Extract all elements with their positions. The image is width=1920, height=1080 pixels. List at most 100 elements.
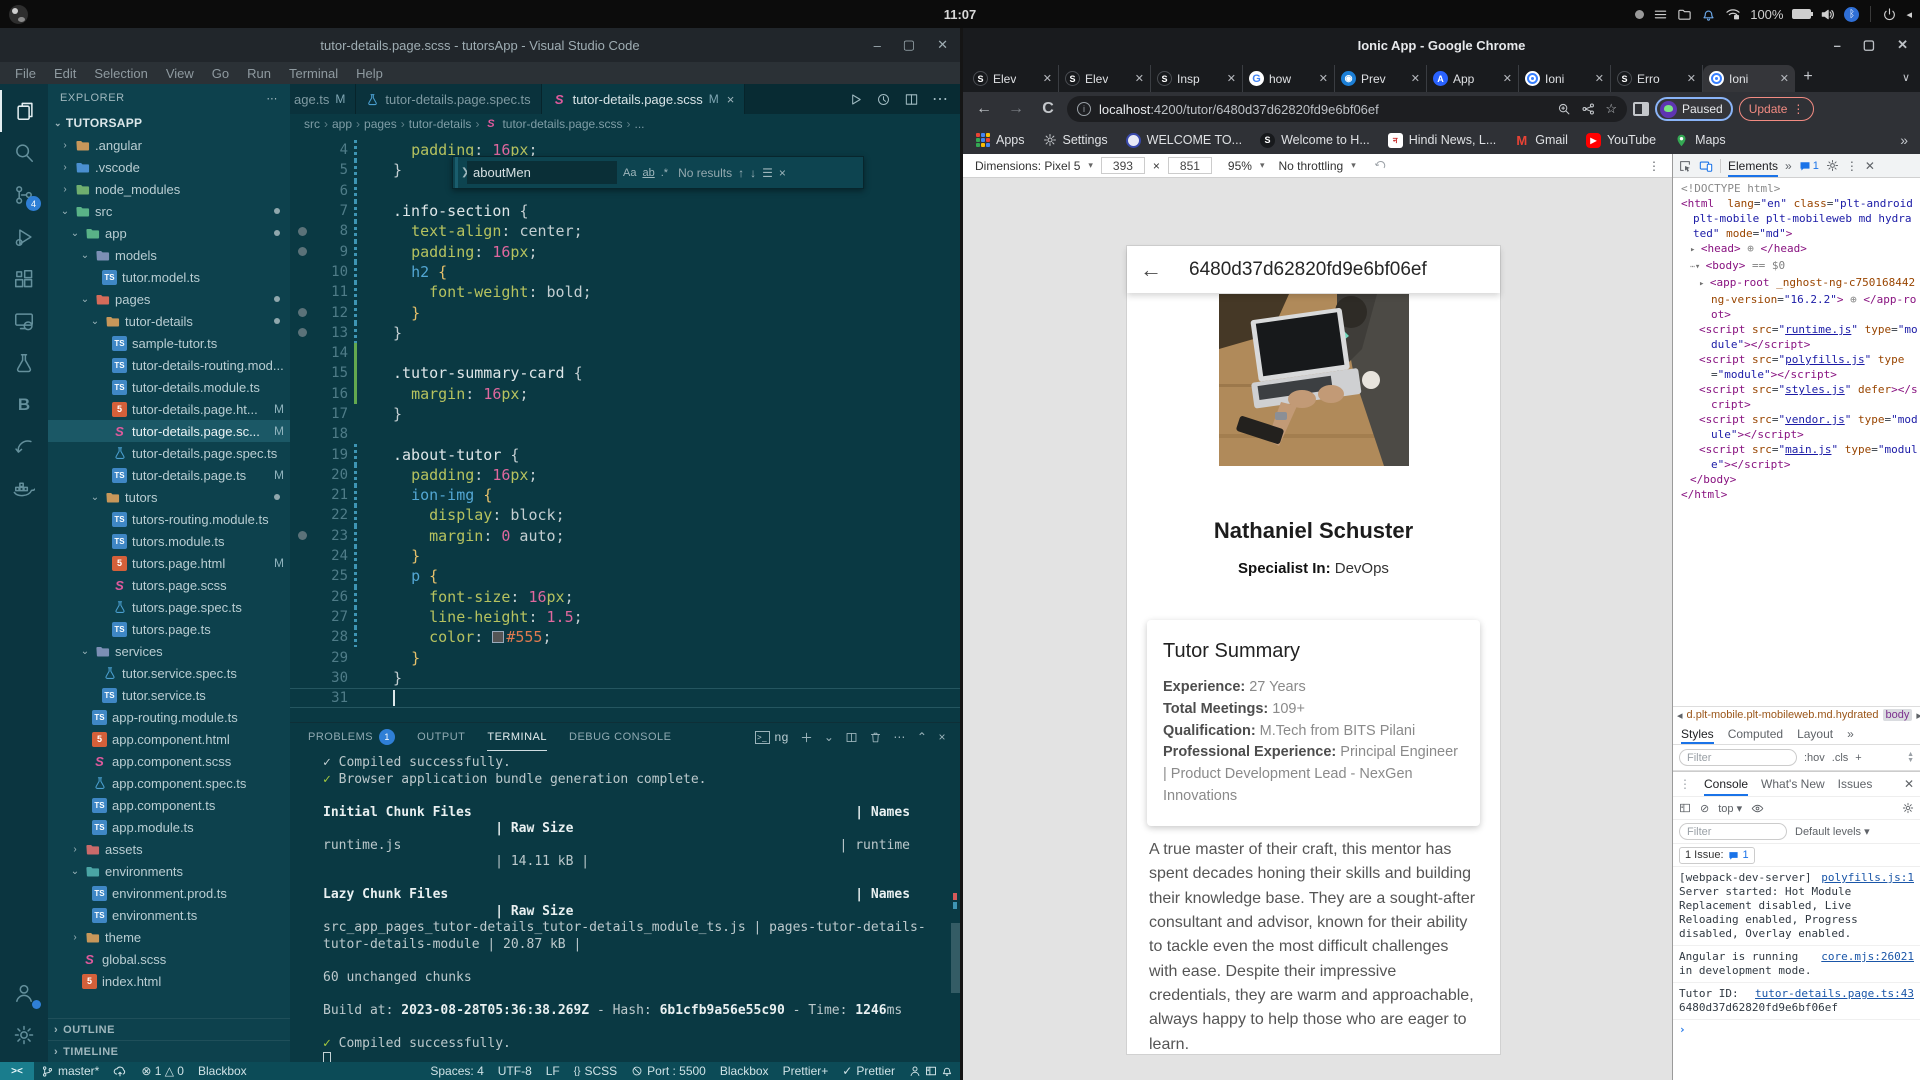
file-tree-item[interactable]: 5index.html [48, 970, 290, 992]
bookmark-apps[interactable]: Apps [975, 133, 1025, 148]
close-tab-icon[interactable]: ✕ [1411, 72, 1420, 85]
file-tree-item[interactable]: TStutor.model.ts [48, 266, 290, 288]
file-tree-item[interactable]: Stutors.page.scss [48, 574, 290, 596]
close-tab-icon[interactable]: ✕ [1780, 72, 1789, 85]
file-tree-item[interactable]: ⌄pages [48, 288, 290, 310]
file-tree-item[interactable]: TSapp.component.ts [48, 794, 290, 816]
browser-tab-prev[interactable]: ◉Prev✕ [1335, 65, 1427, 92]
status-utf-8[interactable]: UTF-8 [491, 1064, 539, 1078]
file-tree-item[interactable]: TSenvironment.ts [48, 904, 290, 926]
browser-tab-ioni[interactable]: Ioni✕ [1519, 65, 1611, 92]
file-tree-item[interactable]: tutor.service.spec.ts [48, 662, 290, 684]
live-expression-icon[interactable] [1751, 802, 1764, 815]
bookmark-hindi-news-l-[interactable]: नHindi News, L... [1388, 133, 1497, 148]
side-panel-icon[interactable] [1633, 102, 1649, 116]
close-tab-icon[interactable]: ✕ [1503, 72, 1512, 85]
find-close-icon[interactable]: × [779, 166, 786, 180]
file-tree-item[interactable]: Stutor-details.page.sc...M [48, 420, 290, 442]
close-tab-icon[interactable]: ✕ [1595, 72, 1604, 85]
account-icon[interactable] [0, 972, 48, 1014]
bookmark-star-icon[interactable]: ☆ [1605, 101, 1617, 117]
close-tab-icon[interactable]: ✕ [1135, 72, 1144, 85]
close-panel-icon[interactable]: × [938, 730, 946, 744]
dom-node[interactable]: <!DOCTYPE html> [1677, 181, 1918, 196]
bookmark-welcome-to-h-[interactable]: SWelcome to H... [1260, 133, 1370, 148]
status-spaces-4[interactable]: Spaces: 4 [423, 1064, 490, 1078]
menu-terminal[interactable]: Terminal [282, 66, 345, 81]
console-tab-console[interactable]: Console [1704, 772, 1748, 796]
zoom-icon[interactable] [1557, 102, 1571, 116]
console-tab-issues[interactable]: Issues [1838, 777, 1873, 791]
status-extra-icons[interactable] [902, 1065, 960, 1077]
file-tree-item[interactable]: TStutor-details-routing.mod... [48, 354, 290, 376]
console-message[interactable]: tutor-details.page.ts:43Tutor ID:6480d37… [1673, 983, 1920, 1020]
regex-icon[interactable]: .* [661, 167, 668, 179]
bookmarks-overflow-icon[interactable]: » [1900, 132, 1908, 148]
whole-word-icon[interactable]: ab [642, 167, 654, 179]
activity-ext-icon[interactable] [0, 258, 48, 300]
device-zoom[interactable]: 95% [1228, 159, 1252, 173]
file-tree-item[interactable]: ⌄app [48, 222, 290, 244]
crumb-body[interactable]: body [1883, 709, 1913, 721]
breadcrumb-...[interactable]: ... [635, 117, 645, 131]
styles-more-tabs[interactable]: » [1847, 727, 1854, 741]
file-tree-item[interactable]: ›node_modules [48, 178, 290, 200]
dom-node[interactable]: <script src="polyfills.js" type="module"… [1677, 352, 1918, 382]
file-tree-item[interactable]: 5tutors.page.htmlM [48, 552, 290, 574]
crumb-html[interactable]: d.plt-mobile.plt-mobileweb.md.hydrated [1687, 709, 1879, 721]
collapse-icon[interactable]: ◂ [1906, 8, 1912, 21]
file-tree-item[interactable]: ⌄environments [48, 860, 290, 882]
bookmark-welcome-to-[interactable]: WELCOME TO... [1126, 133, 1242, 148]
file-tree-item[interactable]: TSsample-tutor.ts [48, 332, 290, 354]
file-tree-item[interactable]: TSapp-routing.module.ts [48, 706, 290, 728]
file-tree-item[interactable]: ›theme [48, 926, 290, 948]
terminal-dropdown-icon[interactable]: ⌄ [824, 730, 835, 744]
file-tree-item[interactable]: TStutor-details.page.tsM [48, 464, 290, 486]
close-tab-icon[interactable]: ✕ [1227, 72, 1236, 85]
issues-chip[interactable]: 1 Issue: 1 [1679, 847, 1755, 864]
close-tab-icon[interactable]: ✕ [1043, 72, 1052, 85]
find-input[interactable]: aboutMen [467, 161, 617, 184]
clear-console-icon[interactable]: ⊘ [1700, 802, 1709, 815]
close-tab-icon[interactable]: × [727, 92, 735, 107]
dom-node[interactable]: ▸ <head> ⊕ </head> [1677, 241, 1918, 258]
file-tree-item[interactable]: 5app.component.html [48, 728, 290, 750]
power-icon[interactable] [1882, 7, 1897, 22]
activity-docker-icon[interactable] [0, 468, 48, 510]
devtools-close-icon[interactable]: ✕ [1865, 159, 1875, 173]
chrome-window-controls[interactable]: –▢✕ [1834, 28, 1908, 62]
match-case-icon[interactable]: Aa [623, 167, 636, 179]
system-tray[interactable]: 100%ᛒ◂ [1635, 0, 1912, 28]
browser-tab-insp[interactable]: SInsp✕ [1151, 65, 1243, 92]
tab-elements[interactable]: Elements [1728, 154, 1778, 177]
file-tree-item[interactable]: tutor-details.page.spec.ts [48, 442, 290, 464]
status-prettier-[interactable]: Prettier+ [776, 1064, 836, 1078]
console-message[interactable]: core.mjs:26021Angular is running in deve… [1673, 946, 1920, 983]
bell-icon[interactable] [1701, 7, 1716, 22]
maximize-panel-icon[interactable]: ⌃ [917, 730, 928, 744]
status-blackbox[interactable]: Blackbox [191, 1064, 254, 1078]
device-throttle[interactable]: No throttling [1278, 159, 1343, 173]
dom-node[interactable]: <script src="main.js" type="module"></sc… [1677, 442, 1918, 472]
menu-icon[interactable] [1653, 7, 1668, 22]
file-tree-item[interactable]: ⌄tutors [48, 486, 290, 508]
status-lf[interactable]: LF [539, 1064, 567, 1078]
settings-gear-icon[interactable] [0, 1014, 48, 1056]
status-port-5500[interactable]: Port : 5500 [624, 1064, 713, 1078]
device-toggle-icon[interactable] [1699, 159, 1713, 173]
reload-icon[interactable]: C [1035, 96, 1061, 122]
panel-more-icon[interactable]: ⋯ [893, 730, 906, 744]
console-filter-input[interactable]: Filter [1679, 823, 1787, 840]
console-settings-icon[interactable] [1902, 802, 1914, 814]
close-tab-icon[interactable]: ✕ [1687, 72, 1696, 85]
console-tab-what-s-new[interactable]: What's New [1761, 777, 1825, 791]
file-tree-item[interactable]: TStutor.service.ts [48, 684, 290, 706]
terminal-scrollbar[interactable] [951, 923, 960, 993]
dom-node[interactable]: <script src="vendor.js" type="module"></… [1677, 412, 1918, 442]
find-expand-icon[interactable]: ❯ [455, 157, 461, 188]
remote-indicator[interactable]: >< [0, 1062, 34, 1080]
device-height-input[interactable]: 851 [1168, 157, 1212, 174]
breadcrumb-app[interactable]: app [332, 117, 352, 131]
split-editor-icon[interactable] [904, 92, 919, 107]
bluetooth-icon[interactable]: ᛒ [1844, 7, 1859, 22]
